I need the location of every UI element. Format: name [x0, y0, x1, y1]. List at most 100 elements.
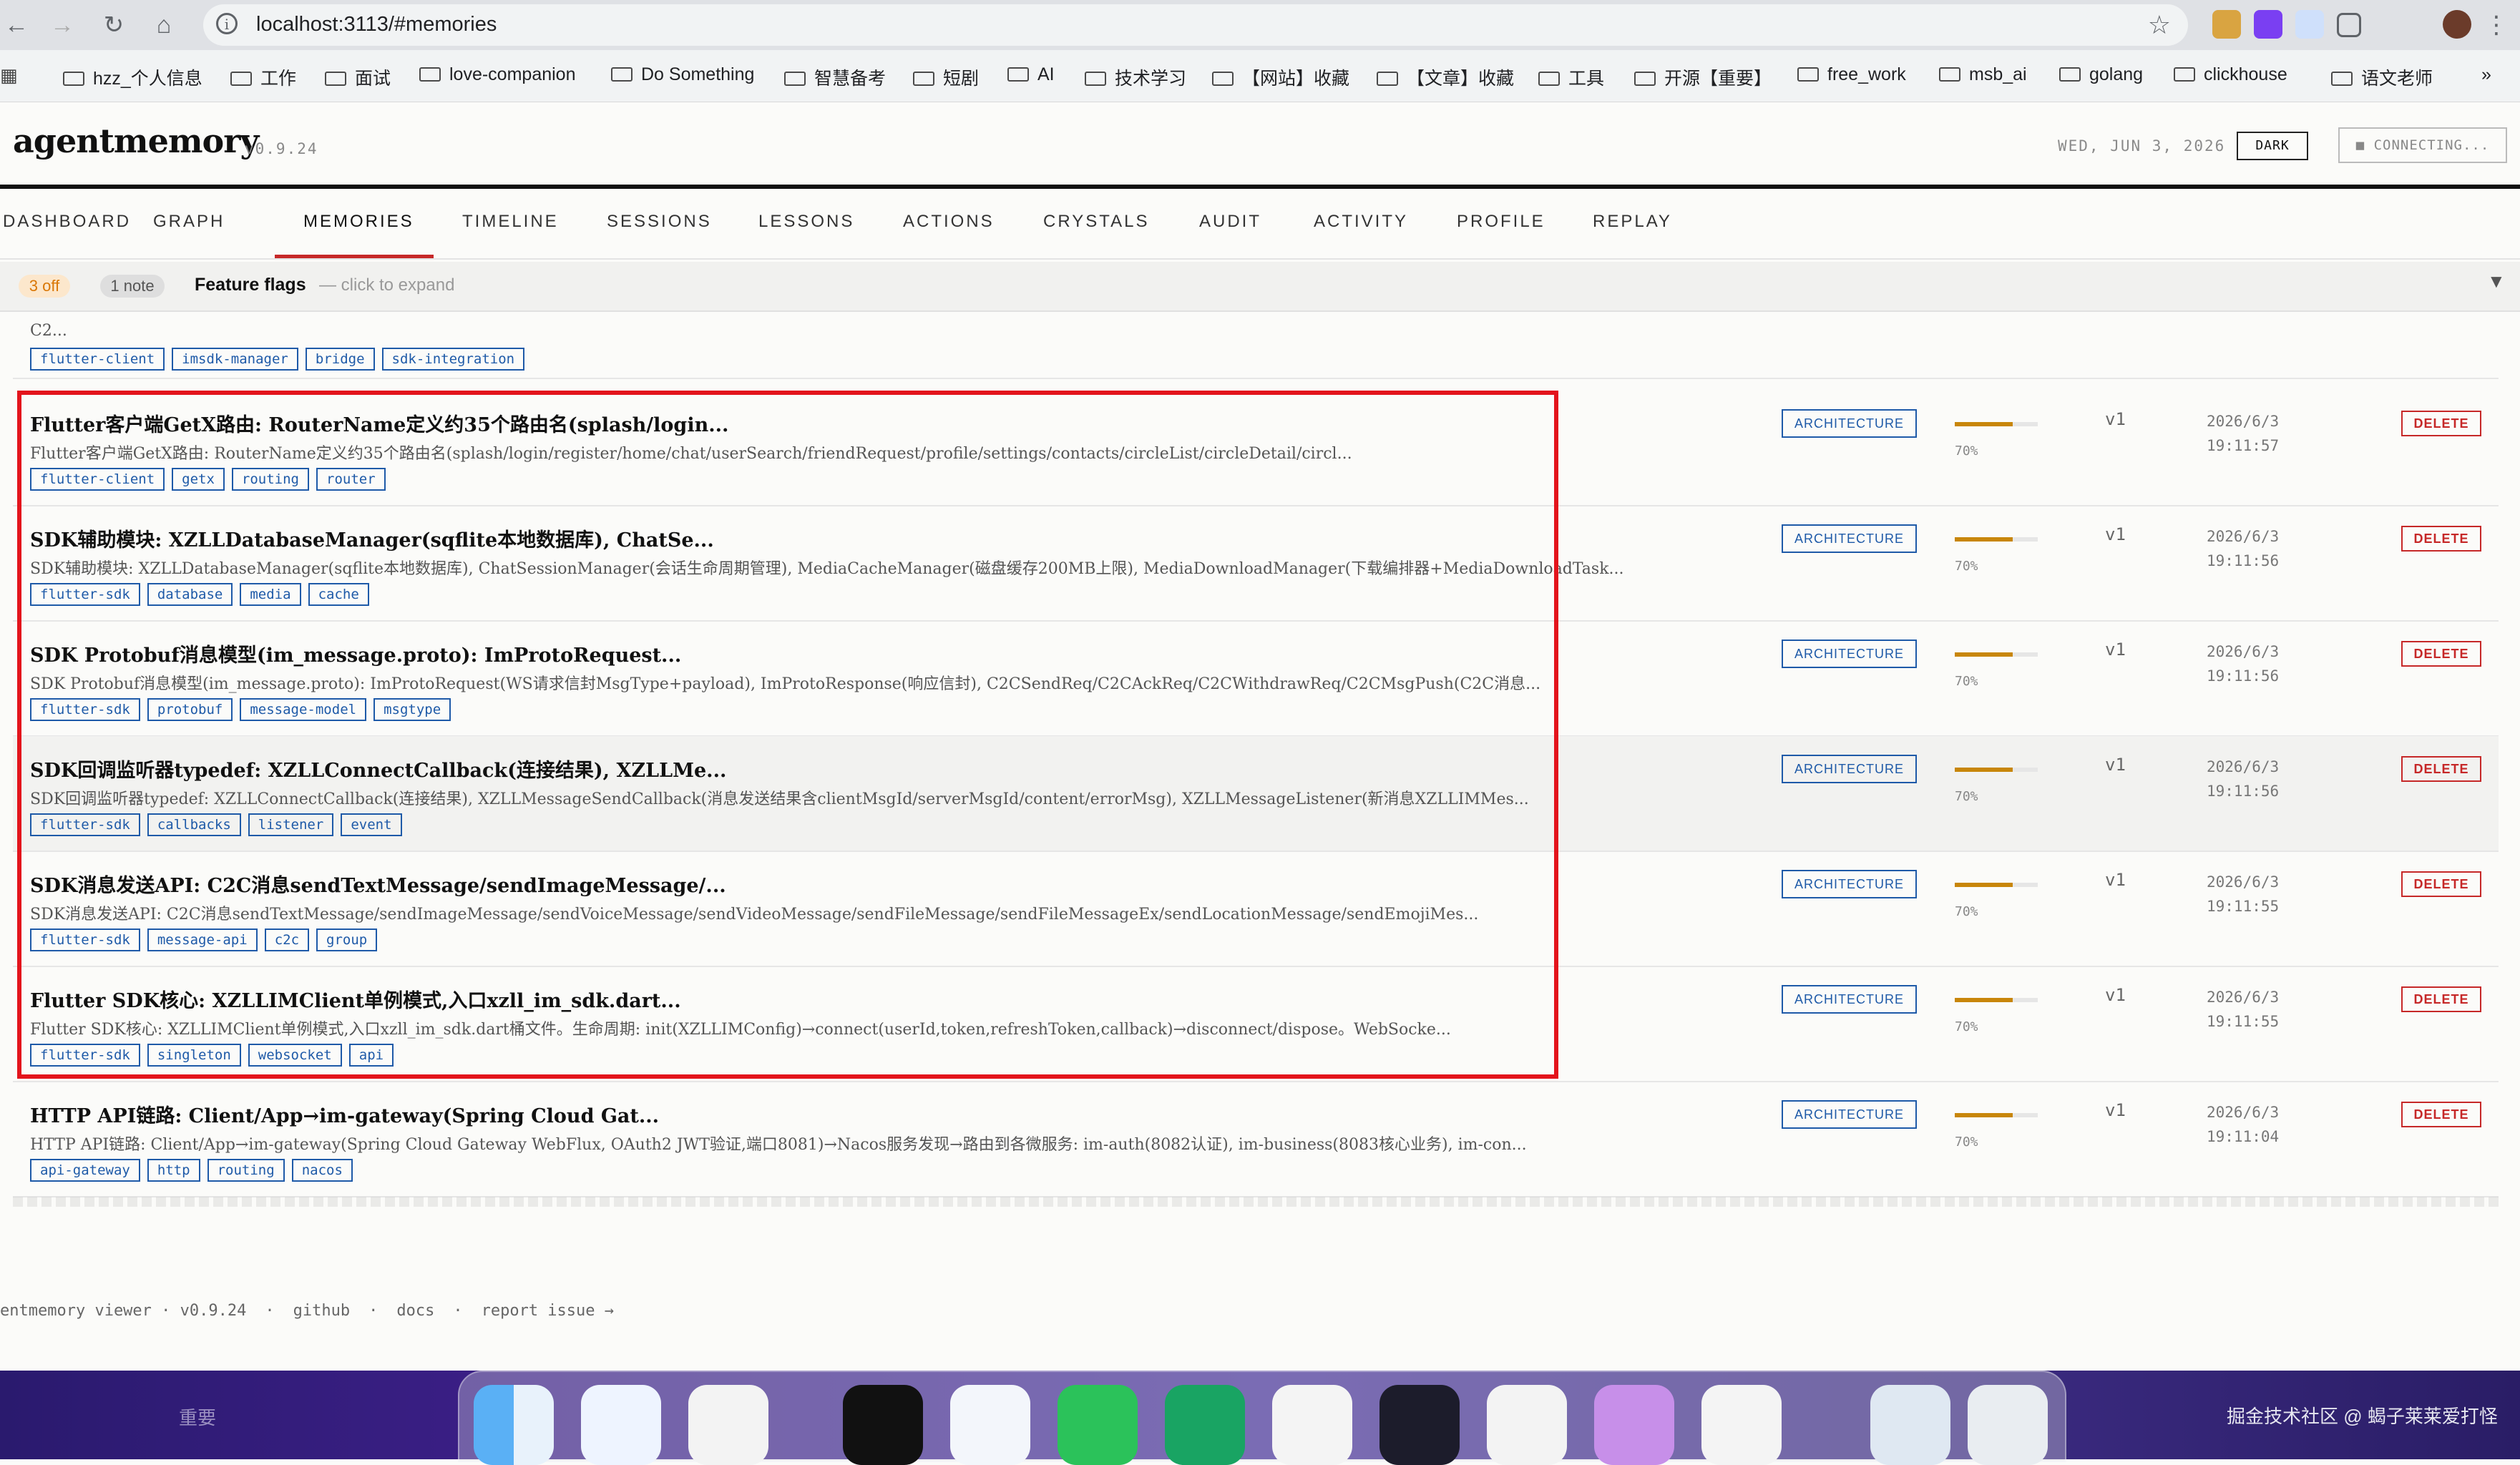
delete-button[interactable]: DELETE — [2401, 871, 2481, 897]
bookmark-folder[interactable]: 智慧备考 — [784, 64, 886, 90]
hbuilder-icon[interactable] — [1272, 1385, 1352, 1465]
bookmark-folder[interactable]: 开源【重要】 — [1634, 64, 1772, 90]
finder-icon[interactable] — [474, 1385, 554, 1465]
memory-type-badge: ARCHITECTURE — [1782, 755, 1918, 783]
bookmark-folder[interactable]: love-companion — [419, 64, 576, 85]
back-icon[interactable]: ← — [0, 9, 33, 41]
terminal-icon[interactable] — [843, 1385, 923, 1465]
extension-icon[interactable] — [2254, 10, 2282, 39]
memory-tag[interactable]: http — [147, 1159, 200, 1182]
folder-icon — [230, 72, 252, 86]
site-info-icon[interactable]: i — [216, 13, 238, 34]
memory-timestamp: 2026/6/3 19:11:55 — [2207, 870, 2279, 918]
memory-version: v1 — [2105, 755, 2126, 775]
tab-activity[interactable]: ACTIVITY — [1314, 212, 1408, 232]
memory-row[interactable]: HTTP API链路: Client/App→im-gateway(Spring… — [13, 1082, 2499, 1197]
launchpad-icon[interactable] — [688, 1385, 768, 1465]
chat-app-icon[interactable] — [581, 1385, 661, 1465]
bookmark-folder[interactable]: AI — [1007, 64, 1055, 85]
memory-tag[interactable]: bridge — [305, 348, 375, 371]
memory-title[interactable]: HTTP API链路: Client/App→im-gateway(Spring… — [30, 1100, 659, 1128]
delete-button[interactable]: DELETE — [2401, 1102, 2481, 1127]
header-date: WED, JUN 3, 2026 — [2058, 137, 2226, 155]
intellij-icon[interactable] — [1379, 1385, 1460, 1465]
memory-tag[interactable]: flutter-client — [30, 348, 165, 371]
spreadsheet-icon[interactable] — [1165, 1385, 1245, 1465]
footer-docs-link[interactable]: docs — [396, 1302, 434, 1320]
trash-icon[interactable] — [1968, 1385, 2048, 1465]
bookmark-folder[interactable]: 【网站】收藏 — [1212, 64, 1349, 90]
bookmark-folder[interactable]: hzz_个人信息 — [63, 64, 202, 90]
connection-status-button[interactable]: ■ CONNECTING... — [2338, 127, 2507, 163]
memory-row-partial[interactable]: C2... flutter-client imsdk-manager bridge s… — [13, 312, 2499, 379]
document-icon[interactable] — [1870, 1385, 1950, 1465]
tab-sessions[interactable]: SESSIONS — [607, 212, 712, 232]
memory-timestamp: 2026/6/3 19:11:56 — [2207, 524, 2279, 573]
bookmark-folder[interactable]: 【文章】收藏 — [1377, 64, 1514, 90]
forward-icon[interactable]: → — [46, 9, 79, 41]
tab-replay[interactable]: REPLAY — [1593, 212, 1672, 232]
reload-icon[interactable]: ↻ — [97, 9, 130, 41]
bookmark-folder[interactable]: golang — [2059, 64, 2143, 85]
tab-dashboard[interactable]: DASHBOARD — [3, 212, 131, 232]
bookmark-folder[interactable]: 短剧 — [913, 64, 979, 90]
delete-button[interactable]: DELETE — [2401, 641, 2481, 667]
theme-toggle-button[interactable]: DARK — [2237, 132, 2308, 160]
bookmark-folder[interactable]: 语文老师 — [2331, 64, 2433, 90]
typora-icon[interactable] — [1701, 1385, 1782, 1465]
delete-button[interactable]: DELETE — [2401, 756, 2481, 782]
footer-sep: · — [453, 1302, 463, 1320]
browser-toolbar: ← → ↻ ⌂ i localhost:3113/#memories ☆ ⋮ — [0, 0, 2520, 50]
apps-grid-icon[interactable]: ▦ — [0, 64, 18, 87]
bookmark-folder[interactable]: 面试 — [325, 64, 391, 90]
home-icon[interactable]: ⌂ — [147, 9, 180, 41]
memory-time: 19:11:04 — [2207, 1128, 2280, 1145]
url-text[interactable]: localhost:3113/#memories — [256, 13, 497, 36]
bookmark-folder[interactable]: clickhouse — [2174, 64, 2287, 85]
feature-flags-bar[interactable]: 3 off 1 note Feature flags — click to ex… — [0, 262, 2520, 312]
tab-memories[interactable]: MEMORIES — [303, 212, 414, 232]
footer-github-link[interactable]: github — [293, 1302, 350, 1320]
cat-app-icon[interactable] — [1594, 1385, 1674, 1465]
extension-icon[interactable] — [2295, 10, 2324, 39]
tab-profile[interactable]: PROFILE — [1457, 212, 1545, 232]
bookmark-folder[interactable]: msb_ai — [1939, 64, 2027, 85]
expand-caret-icon[interactable]: ▼ — [2487, 270, 2506, 293]
bookmark-folder[interactable]: 工具 — [1538, 64, 1604, 90]
memory-tag[interactable]: sdk-integration — [381, 348, 525, 371]
wechat-icon[interactable] — [1058, 1385, 1138, 1465]
folder-icon — [1634, 72, 1656, 86]
profile-avatar[interactable] — [2443, 10, 2471, 39]
tab-crystals[interactable]: CRYSTALS — [1043, 212, 1150, 232]
bookmark-folder[interactable]: free_work — [1797, 64, 1906, 85]
delete-button[interactable]: DELETE — [2401, 526, 2481, 552]
chrome-icon[interactable] — [1487, 1385, 1567, 1465]
vscode-icon[interactable] — [950, 1385, 1030, 1465]
extension-icon[interactable] — [2212, 10, 2241, 39]
bookmark-folder[interactable]: 技术学习 — [1085, 64, 1186, 90]
bookmark-star-icon[interactable]: ☆ — [2148, 10, 2171, 40]
desktop-label: 重要 — [179, 1407, 217, 1429]
address-bar[interactable]: i localhost:3113/#memories ☆ — [203, 4, 2188, 46]
active-tab-underline — [275, 255, 434, 258]
tab-lessons[interactable]: LESSONS — [758, 212, 854, 232]
folder-icon — [2331, 72, 2353, 86]
extensions-puzzle-icon[interactable] — [2337, 13, 2361, 37]
bookmark-folder[interactable]: 工作 — [230, 64, 296, 90]
memory-tag[interactable]: api-gateway — [30, 1159, 140, 1182]
delete-button[interactable]: DELETE — [2401, 986, 2481, 1012]
memory-version: v1 — [2105, 640, 2126, 660]
bookmarks-overflow-icon[interactable]: » — [2481, 64, 2491, 85]
footer-report-issue-link[interactable]: report issue → — [482, 1302, 614, 1320]
tab-actions[interactable]: ACTIONS — [903, 212, 995, 232]
tab-graph[interactable]: GRAPH — [153, 212, 225, 232]
delete-button[interactable]: DELETE — [2401, 411, 2481, 436]
memory-tag[interactable]: imsdk-manager — [172, 348, 298, 371]
tab-timeline[interactable]: TIMELINE — [462, 212, 559, 232]
memory-tag[interactable]: nacos — [291, 1159, 353, 1182]
tab-audit[interactable]: AUDIT — [1199, 212, 1261, 232]
memory-tag[interactable]: routing — [207, 1159, 285, 1182]
memory-timestamp: 2026/6/3 19:11:56 — [2207, 640, 2279, 688]
menu-dots-icon[interactable]: ⋮ — [2480, 9, 2513, 41]
bookmark-folder[interactable]: Do Something — [611, 64, 754, 85]
